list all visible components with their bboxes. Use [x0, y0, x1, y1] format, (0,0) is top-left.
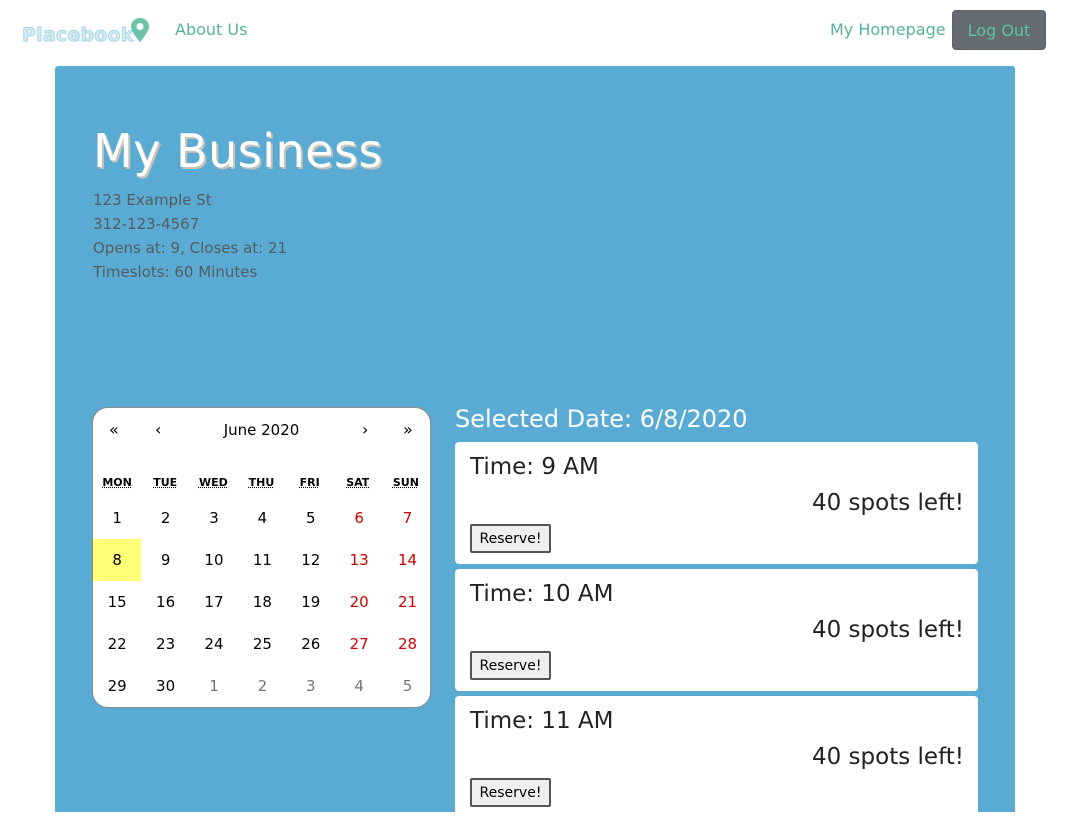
selected-date-heading: Selected Date: 6/8/2020	[455, 405, 748, 433]
calendar-day[interactable]: 20	[335, 581, 383, 623]
business-address: 123 Example St	[93, 191, 212, 209]
prev-year-button[interactable]: «	[109, 420, 119, 439]
calendar-day[interactable]: 9	[141, 539, 189, 581]
timeslot-time: Time: 9 AM	[470, 454, 599, 480]
weekday-header: MON	[102, 476, 132, 489]
calendar-day[interactable]: 3	[190, 497, 238, 539]
calendar-day-selected[interactable]: 8	[93, 539, 142, 581]
calendar-day[interactable]: 2	[238, 665, 286, 707]
calendar-day[interactable]: 29	[93, 665, 141, 707]
calendar-day[interactable]: 13	[335, 539, 383, 581]
navbar: Placebook About Us My Homepage Log Out	[0, 0, 1069, 62]
calendar-days-grid: 1 2 3 4 5 6 7 8 9 10 11 12 13 14 15 16 17 18 19 20 21 22 23 24 2…	[93, 497, 430, 707]
timeslot-spots-left: 40 spots left!	[811, 617, 964, 643]
next-year-button[interactable]: »	[403, 420, 413, 439]
calendar-weekdays: MON TUE WED THU FRI SAT SUN	[93, 476, 430, 489]
reserve-button[interactable]: Reserve!	[470, 651, 551, 680]
timeslot-spots-left: 40 spots left!	[811, 490, 964, 516]
nav-about-us-link[interactable]: About Us	[175, 20, 247, 39]
timeslot-time: Time: 11 AM	[470, 708, 614, 734]
logo[interactable]: Placebook	[22, 18, 150, 50]
calendar-day[interactable]: 26	[287, 623, 335, 665]
business-hours: Opens at: 9, Closes at: 21	[93, 239, 288, 257]
calendar-day[interactable]: 1	[190, 665, 238, 707]
business-timeslots: Timeslots: 60 Minutes	[93, 263, 258, 281]
calendar-day[interactable]: 14	[383, 539, 430, 581]
reserve-button[interactable]: Reserve!	[470, 778, 551, 807]
calendar-day[interactable]: 5	[287, 497, 335, 539]
timeslot-time: Time: 10 AM	[470, 581, 614, 607]
calendar-day[interactable]: 12	[287, 539, 335, 581]
weekday-header: THU	[248, 476, 275, 489]
reserve-button[interactable]: Reserve!	[470, 524, 551, 553]
calendar-day[interactable]: 16	[141, 581, 189, 623]
calendar-day[interactable]: 11	[238, 539, 286, 581]
logo-text: Placebook	[22, 24, 134, 47]
calendar-day[interactable]: 15	[93, 581, 141, 623]
calendar-day[interactable]: 28	[383, 623, 430, 665]
timeslot-spots-left: 40 spots left!	[811, 744, 964, 770]
map-pin-icon	[130, 18, 149, 42]
business-info: 123 Example St 312-123-4567 Opens at: 9,…	[93, 188, 287, 284]
calendar-day[interactable]: 25	[238, 623, 286, 665]
weekday-header: SUN	[392, 476, 419, 489]
calendar-day[interactable]: 4	[238, 497, 286, 539]
calendar-day[interactable]: 23	[141, 623, 189, 665]
business-name: My Business	[93, 124, 383, 178]
nav-my-homepage-link[interactable]: My Homepage	[830, 20, 946, 39]
weekday-header: SAT	[346, 476, 370, 489]
calendar-day[interactable]: 24	[190, 623, 238, 665]
calendar-day[interactable]: 21	[383, 581, 430, 623]
business-phone: 312-123-4567	[93, 215, 200, 233]
calendar-day[interactable]: 17	[190, 581, 238, 623]
next-month-button[interactable]: ›	[362, 420, 368, 439]
calendar-day[interactable]: 30	[141, 665, 189, 707]
business-panel: My Business 123 Example St 312-123-4567 …	[55, 66, 1015, 818]
weekday-header: WED	[198, 476, 228, 489]
calendar-day[interactable]: 5	[383, 665, 430, 707]
calendar: June 2020 « ‹ › » MON TUE WED THU FRI SAT SUN …	[92, 407, 431, 708]
calendar-day[interactable]: 2	[141, 497, 189, 539]
timeslot-card: Time: 9 AM 40 spots left! Reserve!	[455, 442, 978, 564]
calendar-day[interactable]: 10	[190, 539, 238, 581]
prev-month-button[interactable]: ‹	[155, 420, 161, 439]
calendar-day[interactable]: 22	[93, 623, 141, 665]
calendar-day[interactable]: 4	[335, 665, 383, 707]
calendar-day[interactable]: 19	[287, 581, 335, 623]
timeslot-card: Time: 11 AM 40 spots left! Reserve!	[455, 696, 978, 818]
timeslot-card: Time: 10 AM 40 spots left! Reserve!	[455, 569, 978, 691]
calendar-navigation: June 2020 « ‹ › »	[93, 408, 430, 452]
calendar-day[interactable]: 3	[287, 665, 335, 707]
weekday-header: FRI	[299, 476, 320, 489]
calendar-month-label[interactable]: June 2020	[93, 421, 430, 439]
calendar-day[interactable]: 18	[238, 581, 286, 623]
calendar-day[interactable]: 7	[383, 497, 430, 539]
calendar-day[interactable]: 1	[93, 497, 141, 539]
calendar-day[interactable]: 6	[335, 497, 383, 539]
weekday-header: TUE	[153, 476, 178, 489]
calendar-day[interactable]: 27	[335, 623, 383, 665]
logout-button[interactable]: Log Out	[952, 10, 1046, 50]
